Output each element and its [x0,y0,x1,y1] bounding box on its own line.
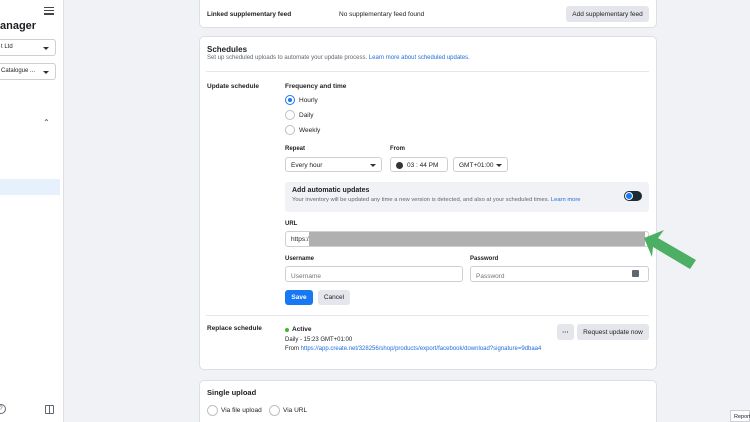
chevron-up-icon[interactable]: ⌃ [43,118,50,127]
repeat-label: Repeat [285,146,306,152]
redacted-url-block [309,232,645,246]
save-button[interactable]: Save [285,290,313,305]
single-upload-title: Single upload [207,388,257,397]
frequency-label: Frequency and time [285,83,347,90]
timezone-value: GMT+01:00 [459,162,494,169]
supplementary-feed-value: No supplementary feed found [339,11,425,18]
clock-icon [396,162,403,169]
sidebar: anager t Ltd Catalogue ... ⌃ ? [0,0,64,422]
automatic-updates-toggle[interactable] [624,191,642,201]
repeat-select-value: Every hour [291,162,323,169]
report-button[interactable]: Report [730,410,750,422]
from-time-input[interactable]: 03 : 44 PM [390,157,448,172]
request-update-now-button[interactable]: Request update now [577,324,649,340]
automatic-updates-learn-more-link[interactable]: Learn more [551,197,581,203]
password-input[interactable] [470,266,649,282]
supplementary-feed-label: Linked supplementary feed [207,11,292,18]
schedule-status: Active [292,326,312,333]
url-input-value: https:// [291,236,311,243]
username-input[interactable] [285,266,463,282]
schedule-source-url-link[interactable]: https://app.create.net/328256/shop/produ… [301,346,542,352]
chevron-down-icon [43,71,49,74]
from-label: From [390,146,405,152]
radio-via-url-label: Via URL [283,407,308,414]
update-schedule-label: Update schedule [207,83,260,90]
catalogue-selector[interactable]: Catalogue ... [0,63,56,80]
radio-hourly[interactable] [285,95,295,105]
business-selector-value: t Ltd [1,44,13,50]
timezone-select[interactable]: GMT+01:00 [453,157,508,172]
cancel-button[interactable]: Cancel [318,290,350,305]
active-status-dot [285,328,289,332]
schedules-description-text: Set up scheduled uploads to automate you… [207,55,368,61]
schedules-description: Set up scheduled uploads to automate you… [207,55,470,61]
url-label: URL [285,221,298,227]
automatic-updates-description: Your inventory will be updated any time … [292,197,581,203]
green-arrow-annotation [644,230,696,269]
radio-weekly[interactable] [285,125,295,135]
more-options-button[interactable]: ··· [557,324,574,340]
business-selector[interactable]: t Ltd [0,39,56,56]
catalogue-selector-value: Catalogue ... [1,68,36,74]
radio-hourly-label: Hourly [299,97,318,104]
help-icon[interactable]: ? [0,404,6,414]
toggle-knob [625,192,633,200]
schedules-title: Schedules [207,45,248,54]
chevron-down-icon [370,164,376,167]
chevron-down-icon [43,47,49,50]
password-manager-icon[interactable] [632,270,639,277]
repeat-select[interactable]: Every hour [285,157,382,172]
sidebar-active-item[interactable] [0,179,60,195]
schedule-source-prefix: From [285,346,299,352]
chevron-down-icon [496,164,502,167]
replace-schedule-label: Replace schedule [207,325,262,332]
radio-file-upload[interactable] [207,405,218,416]
learn-more-scheduled-link[interactable]: Learn more about scheduled updates. [369,55,470,61]
radio-daily-label: Daily [299,112,314,119]
radio-file-upload-label: Via file upload [221,407,262,414]
radio-daily[interactable] [285,110,295,120]
app-title: anager [0,20,37,32]
hamburger-menu-icon[interactable] [44,5,54,15]
automatic-updates-title: Add automatic updates [292,187,370,194]
username-label: Username [285,256,315,262]
radio-via-url[interactable] [269,405,280,416]
divider [206,315,649,316]
panel-toggle-icon[interactable] [45,405,54,414]
from-time-value: 03 : 44 PM [407,162,439,169]
schedule-detail: Daily - 15:23 GMT+01:00 [285,337,353,343]
single-upload-card [199,380,657,422]
password-label: Password [470,256,499,262]
divider [206,71,649,72]
automatic-updates-description-text: Your inventory will be updated any time … [292,197,550,203]
schedule-source: From https://app.create.net/328256/shop/… [285,346,541,352]
radio-weekly-label: Weekly [299,127,321,134]
add-supplementary-feed-button[interactable]: Add supplementary feed [566,6,649,22]
